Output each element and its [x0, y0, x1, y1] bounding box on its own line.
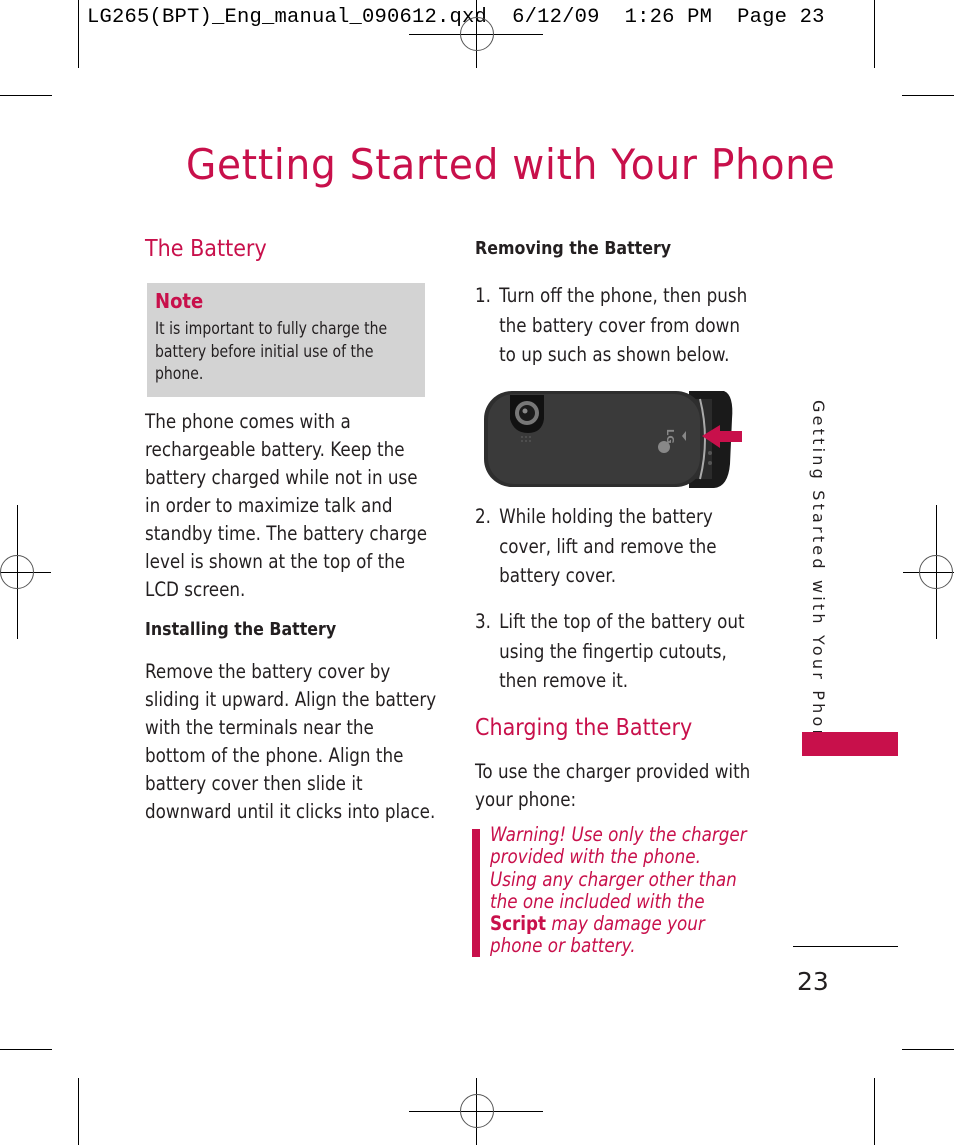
- phone-illustration: LG: [484, 391, 742, 488]
- installing-heading: Installing the Battery: [145, 619, 337, 640]
- step-text: Lift the top of the battery out using th…: [499, 610, 745, 692]
- phone-back-image: LG: [484, 389, 744, 489]
- warning-text: Warning! Use only the charger provided w…: [490, 823, 747, 958]
- step-text: While holding the battery cover, lift an…: [499, 505, 717, 587]
- side-tab-marker: [802, 732, 898, 756]
- lg-logo: LG: [664, 429, 675, 444]
- warning-bar: [472, 829, 480, 957]
- step-2: 2. While holding the battery cover, lift…: [475, 502, 759, 591]
- removing-heading: Removing the Battery: [475, 238, 672, 259]
- side-tab-label: Getting Started with Your Phone: [809, 400, 828, 756]
- note-text: It is important to fully charge the batt…: [155, 319, 388, 383]
- product-name: Script: [490, 912, 547, 936]
- page-title: Getting Started with Your Phone: [186, 140, 836, 189]
- charging-intro: To use the charger provided with your ph…: [475, 760, 751, 811]
- note-box: Note It is important to fully charge the…: [147, 283, 425, 397]
- note-title: Note: [155, 289, 204, 313]
- step-number: 3.: [475, 610, 492, 633]
- installing-text: Remove the battery cover by sliding it u…: [145, 660, 437, 823]
- step-1: 1. Turn off the phone, then push the bat…: [475, 281, 759, 370]
- page-number: 23: [797, 967, 829, 996]
- charging-heading: Charging the Battery: [475, 715, 693, 741]
- step-number: 2.: [475, 505, 492, 528]
- battery-heading: The Battery: [145, 236, 267, 262]
- step-text: Turn off the phone, then push the batter…: [499, 284, 748, 366]
- step-number: 1.: [475, 284, 492, 307]
- print-slug: LG265(BPT)_Eng_manual_090612.qxd 6/12/09…: [87, 6, 825, 29]
- step-3: 3. Lift the top of the battery out using…: [475, 607, 759, 696]
- battery-intro: The phone comes with a rechargeable batt…: [145, 410, 428, 601]
